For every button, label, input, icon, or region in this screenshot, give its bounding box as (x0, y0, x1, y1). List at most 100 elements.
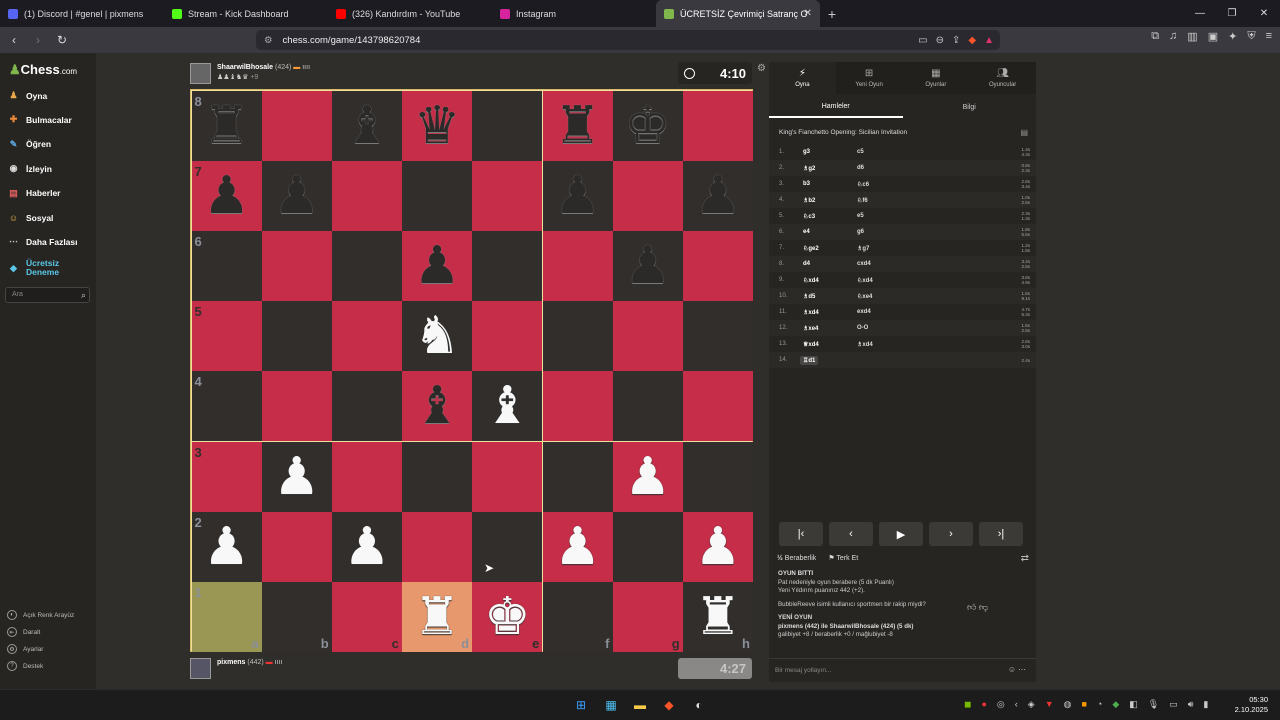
draw-button[interactable]: ½ Beraberlik (777, 555, 816, 562)
square-c8[interactable]: ♝ (331, 90, 402, 161)
black-move[interactable]: ♘xe4 (857, 293, 872, 300)
search-icon[interactable]: ⌕ (81, 288, 86, 302)
black-bishop-icon[interactable]: ♝ (332, 91, 402, 161)
brave-browser-icon[interactable]: ◆ (660, 696, 678, 714)
sidebar-footer-item[interactable]: ? Destek (7, 661, 43, 671)
square-g6[interactable]: ♟ (612, 230, 683, 301)
browser-tab[interactable]: Stream - Kick Dashboard (164, 0, 328, 27)
white-rook-icon[interactable]: ♜ (402, 582, 472, 652)
black-move[interactable]: ♘c6 (857, 181, 869, 188)
square-f6[interactable] (542, 230, 613, 301)
black-pawn-icon[interactable]: ♟ (192, 161, 262, 231)
square-a8[interactable]: 8 ♜ (191, 90, 262, 161)
square-g2[interactable] (612, 511, 683, 582)
maximize-icon[interactable]: ❐ (1216, 0, 1248, 27)
black-move[interactable]: e5 (857, 213, 864, 219)
square-f1[interactable]: f (542, 581, 613, 652)
tab-moves[interactable]: Hamleler (769, 96, 903, 118)
square-f5[interactable] (542, 301, 613, 372)
white-move[interactable]: b3 (803, 181, 810, 187)
black-move[interactable]: ♘xd4 (857, 277, 873, 284)
white-pawn-icon[interactable]: ♟ (262, 442, 332, 512)
square-c3[interactable] (331, 441, 402, 512)
more-options-icon[interactable]: ⋯ (1018, 665, 1028, 674)
system-clock[interactable]: 05:30 2.10.2025 (1235, 695, 1268, 715)
square-b3[interactable]: ♟ (261, 441, 332, 512)
tray-app-icon[interactable]: ● (981, 699, 986, 710)
square-a6[interactable]: 6 (191, 230, 262, 301)
browser-tab[interactable]: Instagram (492, 0, 656, 27)
back-icon[interactable]: ‹ (4, 30, 24, 50)
cast-icon[interactable]: ▭ (918, 35, 927, 46)
menu-icon[interactable]: ≡ (1266, 30, 1272, 43)
square-f8[interactable]: ♜ (542, 90, 613, 161)
square-d6[interactable]: ♟ (402, 230, 473, 301)
battery-icon[interactable]: ▮ (1203, 699, 1208, 710)
leo-icon[interactable]: ✦ (1228, 30, 1237, 43)
square-a1[interactable]: 1a (191, 581, 262, 652)
square-c1[interactable]: c (331, 581, 402, 652)
panel-tab-bolt[interactable]: ⚡︎ Oyna (769, 62, 836, 94)
zoom-icon[interactable]: ⊖ (936, 35, 944, 46)
sidebar-item-puzzle[interactable]: ✚ Bulmacalar (7, 113, 72, 126)
black-bishop-icon[interactable]: ♝ (402, 371, 472, 441)
search-input[interactable]: Ara ⌕ (5, 287, 90, 303)
emoji-icon[interactable]: ☺ (1008, 665, 1018, 674)
black-move[interactable]: d6 (857, 165, 864, 171)
white-move[interactable]: ♗b2 (803, 197, 815, 204)
black-rook-icon[interactable]: ♜ (543, 91, 613, 161)
volume-icon[interactable]: 🔊︎ (1188, 699, 1194, 710)
square-c5[interactable] (331, 301, 402, 372)
square-h4[interactable] (682, 371, 753, 442)
panel-tab-plus[interactable]: ⊞ Yeni Oyun (836, 62, 903, 94)
white-move[interactable]: ♘c3 (803, 213, 815, 220)
player-avatar[interactable] (190, 658, 211, 679)
square-e4[interactable]: ♝ (472, 371, 543, 442)
square-d1[interactable]: d ♜ (402, 581, 473, 652)
opponent-name[interactable]: ShaarwilBhosale (217, 64, 273, 71)
tray-app5-icon[interactable]: ■ (1081, 699, 1086, 710)
square-c2[interactable]: ♟ (331, 511, 402, 582)
square-e3[interactable] (472, 441, 543, 512)
board-settings-icon[interactable]: ⚙ (757, 63, 766, 74)
square-h1[interactable]: h ♜ (682, 581, 753, 652)
black-move[interactable]: g6 (857, 229, 864, 235)
prev-move-button[interactable]: ‹ (829, 522, 873, 546)
share-icon[interactable]: ⇪ (952, 35, 960, 46)
browser-tab[interactable]: ÜCRETSİZ Çevrimiçi Satranç O ✕ (656, 0, 820, 27)
white-move[interactable]: g3 (803, 149, 810, 155)
square-h7[interactable]: ♟ (682, 160, 753, 231)
square-h3[interactable] (682, 441, 753, 512)
tray-app2-icon[interactable]: ◈ (1028, 699, 1035, 710)
sidebar-item-trial[interactable]: ◆ Ücretsiz Deneme (7, 259, 59, 277)
opening-name[interactable]: King's Fianchetto Opening: Sicilian Invi… (779, 129, 907, 136)
black-move[interactable]: O-O (857, 325, 868, 331)
black-queen-icon[interactable]: ♛ (402, 91, 472, 161)
square-e5[interactable] (472, 301, 543, 372)
tray-app6-icon[interactable]: ◆ (1112, 699, 1119, 710)
brave-rewards-icon[interactable]: ▲ (984, 35, 994, 46)
panel-tab-grid[interactable]: ▦ Oyunlar (903, 62, 970, 94)
browser-tab[interactable]: (326) Kandırdım - YouTube (328, 0, 492, 27)
player-name[interactable]: pixmens (217, 659, 245, 666)
square-f7[interactable]: ♟ (542, 160, 613, 231)
file-explorer-icon[interactable]: ▬ (631, 696, 649, 714)
square-d2[interactable] (402, 511, 473, 582)
square-d7[interactable] (402, 160, 473, 231)
sidebar-footer-item[interactable]: ◐ Açık Renk Arayüz (7, 610, 74, 620)
square-a5[interactable]: 5 (191, 301, 262, 372)
white-move[interactable]: ♗d5 (803, 293, 815, 300)
white-pawn-icon[interactable]: ♟ (683, 512, 753, 582)
white-move[interactable]: d4 (803, 261, 810, 267)
tray-app4-icon[interactable]: ◍ (1064, 699, 1072, 710)
square-b5[interactable] (261, 301, 332, 372)
square-b6[interactable] (261, 230, 332, 301)
white-move[interactable]: ♗g2 (803, 165, 815, 172)
play-button[interactable]: ▶ (879, 522, 923, 546)
chat-input[interactable]: Bir mesaj yollayın... ☺⋯ (769, 658, 1036, 680)
sidebar-item-play[interactable]: ♟ Oyna (7, 89, 47, 102)
white-knight-icon[interactable]: ♞ (402, 301, 472, 371)
square-h8[interactable] (682, 90, 753, 161)
square-f3[interactable] (542, 441, 613, 512)
steam-icon[interactable]: ◎ (997, 699, 1005, 710)
